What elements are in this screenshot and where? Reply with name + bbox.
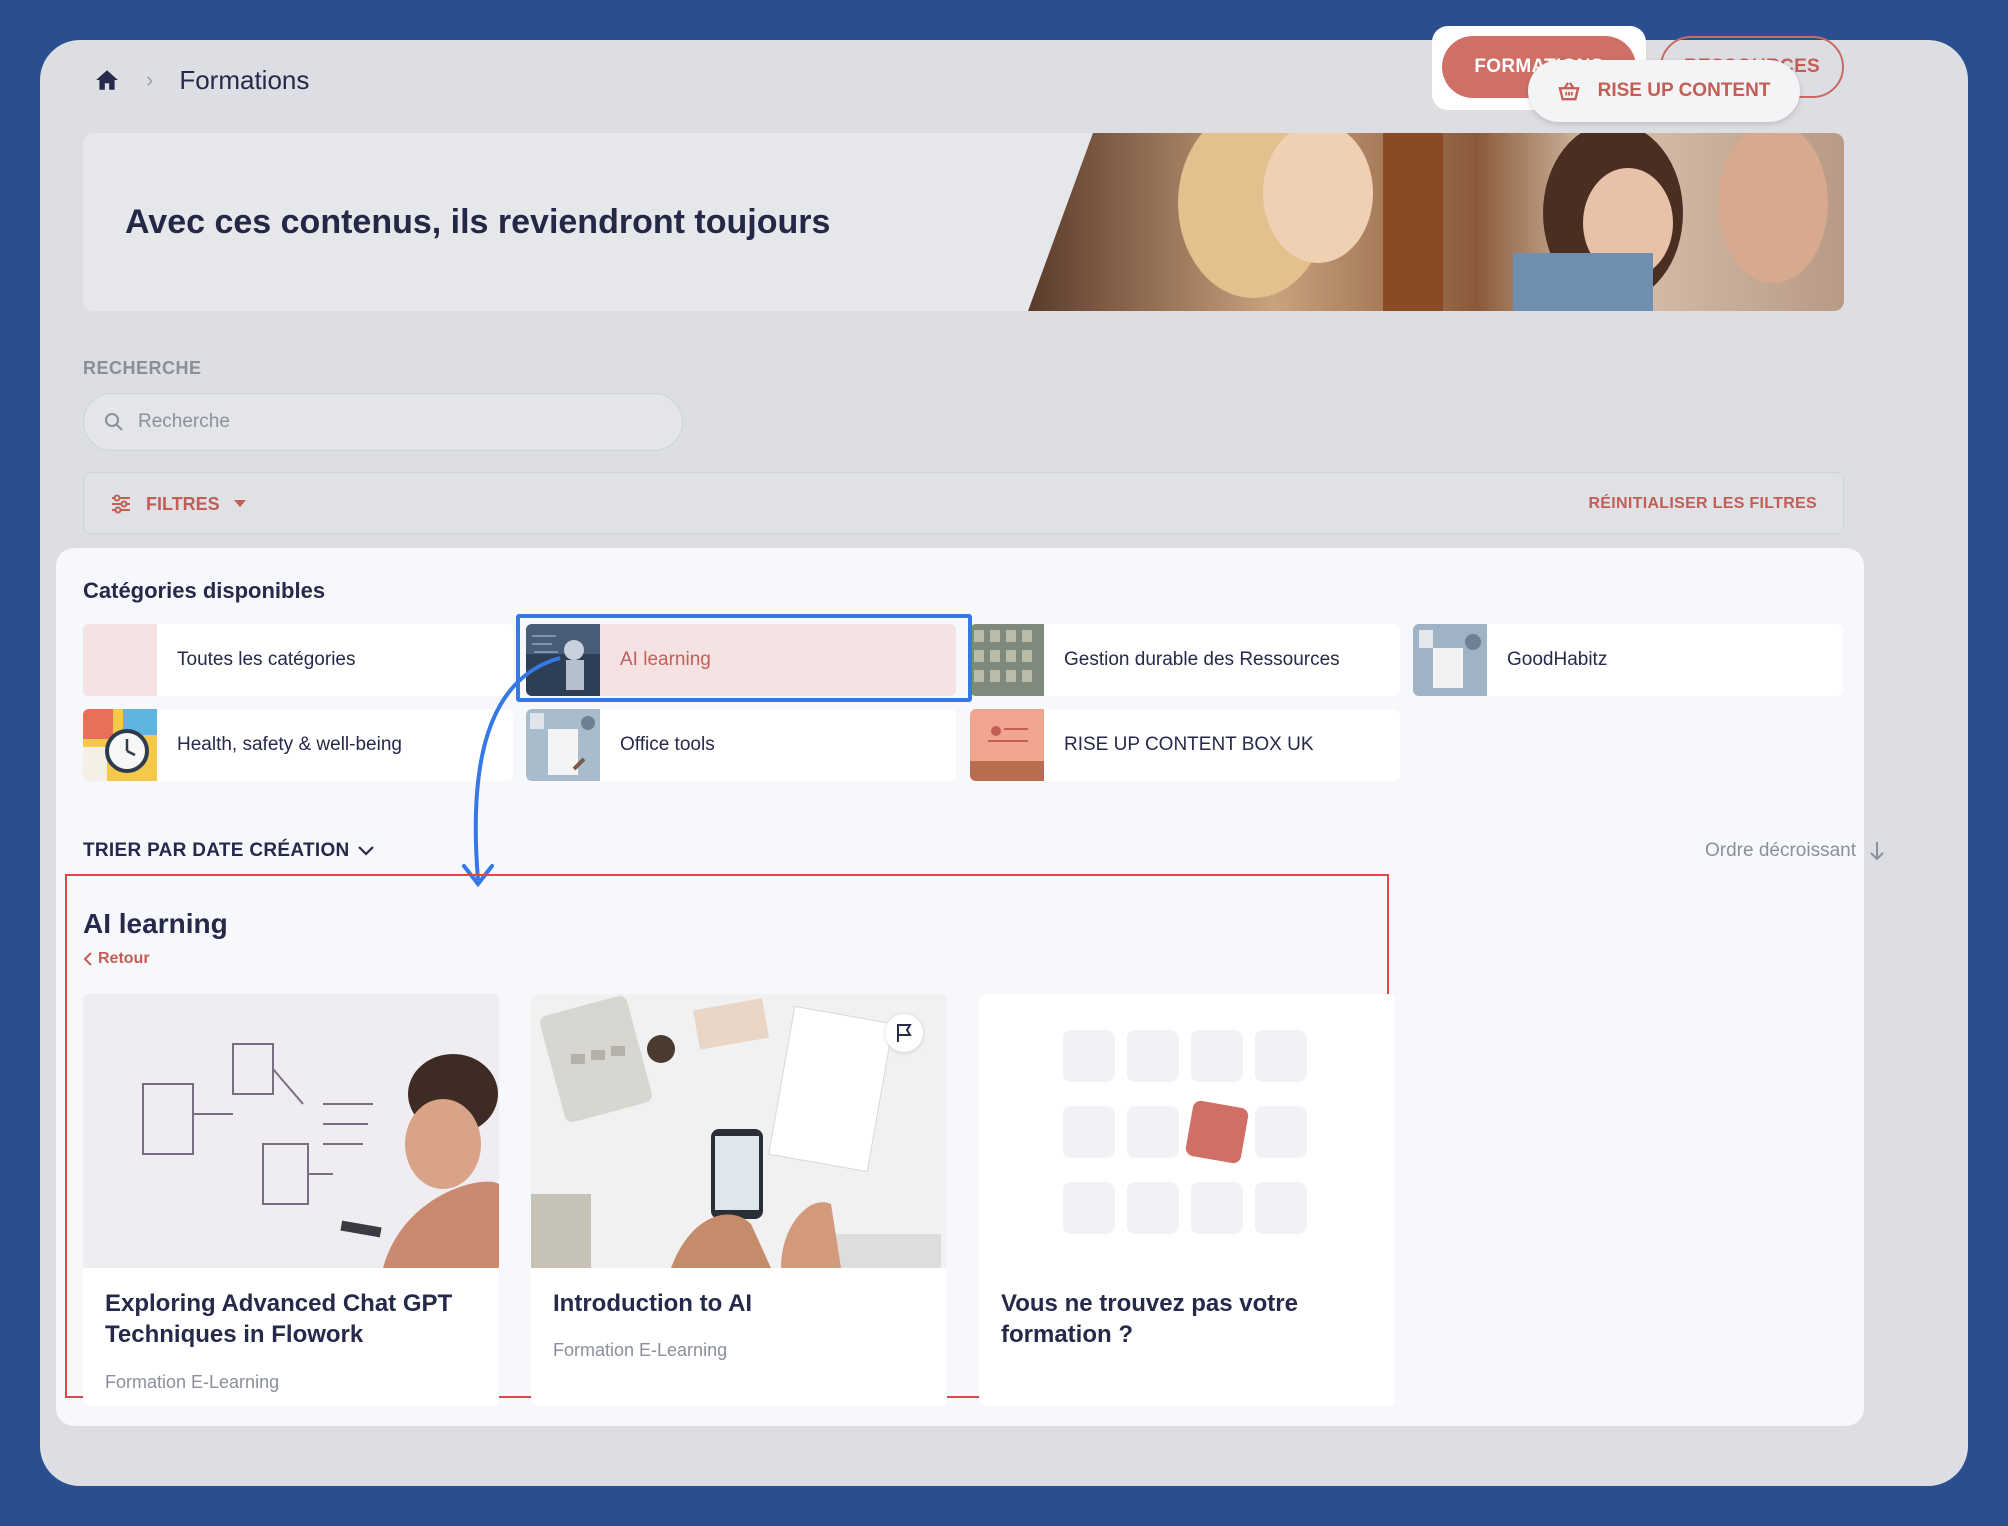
order-toggle[interactable]: Ordre décroissant [1705,840,1884,862]
category-label: Toutes les catégories [177,649,356,670]
grid-tile [1255,1182,1307,1234]
tile-grid-illustration [979,994,1395,1268]
filters-label: FILTRES [146,493,220,514]
card-subtitle: Formation E-Learning [553,1340,728,1360]
breadcrumb-current: Formations [179,64,310,95]
grid-tile [1191,1182,1243,1234]
grid-tile [1063,1030,1115,1082]
search-box[interactable] [83,393,683,451]
card-title: Exploring Advanced Chat GPT Techniques i… [105,1290,453,1348]
grid-tile [1191,1030,1243,1082]
categories-title: Catégories disponibles [83,578,326,603]
box-thumb [970,709,1044,781]
category-rise-up-box[interactable]: RISE UP CONTENT BOX UK [970,709,1400,781]
chevron-right-icon: › [146,67,154,92]
breadcrumb: › Formations [94,54,309,106]
course-card[interactable]: Introduction to AI Formation E-Learning [531,994,947,1406]
section-title: AI learning [83,908,228,939]
home-icon[interactable] [94,67,120,93]
arrow-down-icon [1870,842,1884,861]
chevron-left-icon [83,952,92,966]
search-icon [105,413,123,431]
basket-icon [1558,82,1580,101]
caret-down-icon [233,500,246,507]
rise-up-content-button[interactable]: RISE UP CONTENT [1528,60,1800,122]
sliders-icon [112,494,130,514]
office-thumb [526,709,600,781]
grid-tile [1063,1182,1115,1234]
search-label: RECHERCHE [83,358,202,378]
banner-title: Avec ces contenus, ils reviendront toujo… [125,202,831,241]
rise-up-content-label: RISE UP CONTENT [1597,80,1771,101]
grid-tile [1127,1182,1179,1234]
whiteboard-photo [83,994,499,1268]
grid-tile [1063,1106,1115,1158]
chevron-down-icon [357,846,374,856]
card-title: Vous ne trouvez pas votre formation ? [1001,1290,1298,1348]
grid-tile [1127,1030,1179,1082]
order-label: Ordre décroissant [1704,840,1856,861]
card-title: Introduction to AI [553,1290,753,1317]
back-label: Retour [98,950,150,967]
request-course-card[interactable]: Vous ne trouvez pas votre formation ? [979,994,1395,1406]
category-gestion-durable[interactable]: Gestion durable des Ressources [970,624,1400,696]
sort-button[interactable]: TRIER PAR DATE CRÉATION [83,840,374,862]
filters-bar: FILTRES RÉINITIALISER LES FILTRES [83,472,1844,534]
category-label: RISE UP CONTENT BOX UK [1064,734,1314,755]
grid-tile [1127,1106,1179,1158]
desk-thumb [1413,624,1487,696]
category-goodhabitz[interactable]: GoodHabitz [1413,624,1843,696]
grid-tile [1255,1030,1307,1082]
category-label: Health, safety & well-being [177,734,402,755]
course-card[interactable]: Exploring Advanced Chat GPT Techniques i… [83,994,499,1406]
hero-banner: Avec ces contenus, ils reviendront toujo… [83,133,1844,311]
filters-button[interactable]: FILTRES [110,473,246,535]
selection-highlight [516,614,972,702]
category-health-safety[interactable]: Health, safety & well-being [83,709,513,781]
building-thumb [970,624,1044,696]
sort-label: TRIER PAR DATE CRÉATION [83,840,350,861]
flag-icon[interactable] [885,1014,923,1052]
grid-tile [1255,1106,1307,1158]
category-label: Gestion durable des Ressources [1064,649,1340,670]
blank-thumb [83,624,157,696]
grid-tile-accent [1184,1099,1250,1165]
card-subtitle: Formation E-Learning [105,1372,280,1392]
back-link[interactable]: Retour [83,950,150,968]
category-office-tools[interactable]: Office tools [526,709,956,781]
reset-filters-button[interactable]: RÉINITIALISER LES FILTRES [1588,473,1817,535]
category-label: Office tools [620,734,715,755]
category-all[interactable]: Toutes les catégories [83,624,513,696]
category-label: GoodHabitz [1507,649,1608,670]
search-input[interactable] [138,411,638,433]
clock-thumb [83,709,157,781]
